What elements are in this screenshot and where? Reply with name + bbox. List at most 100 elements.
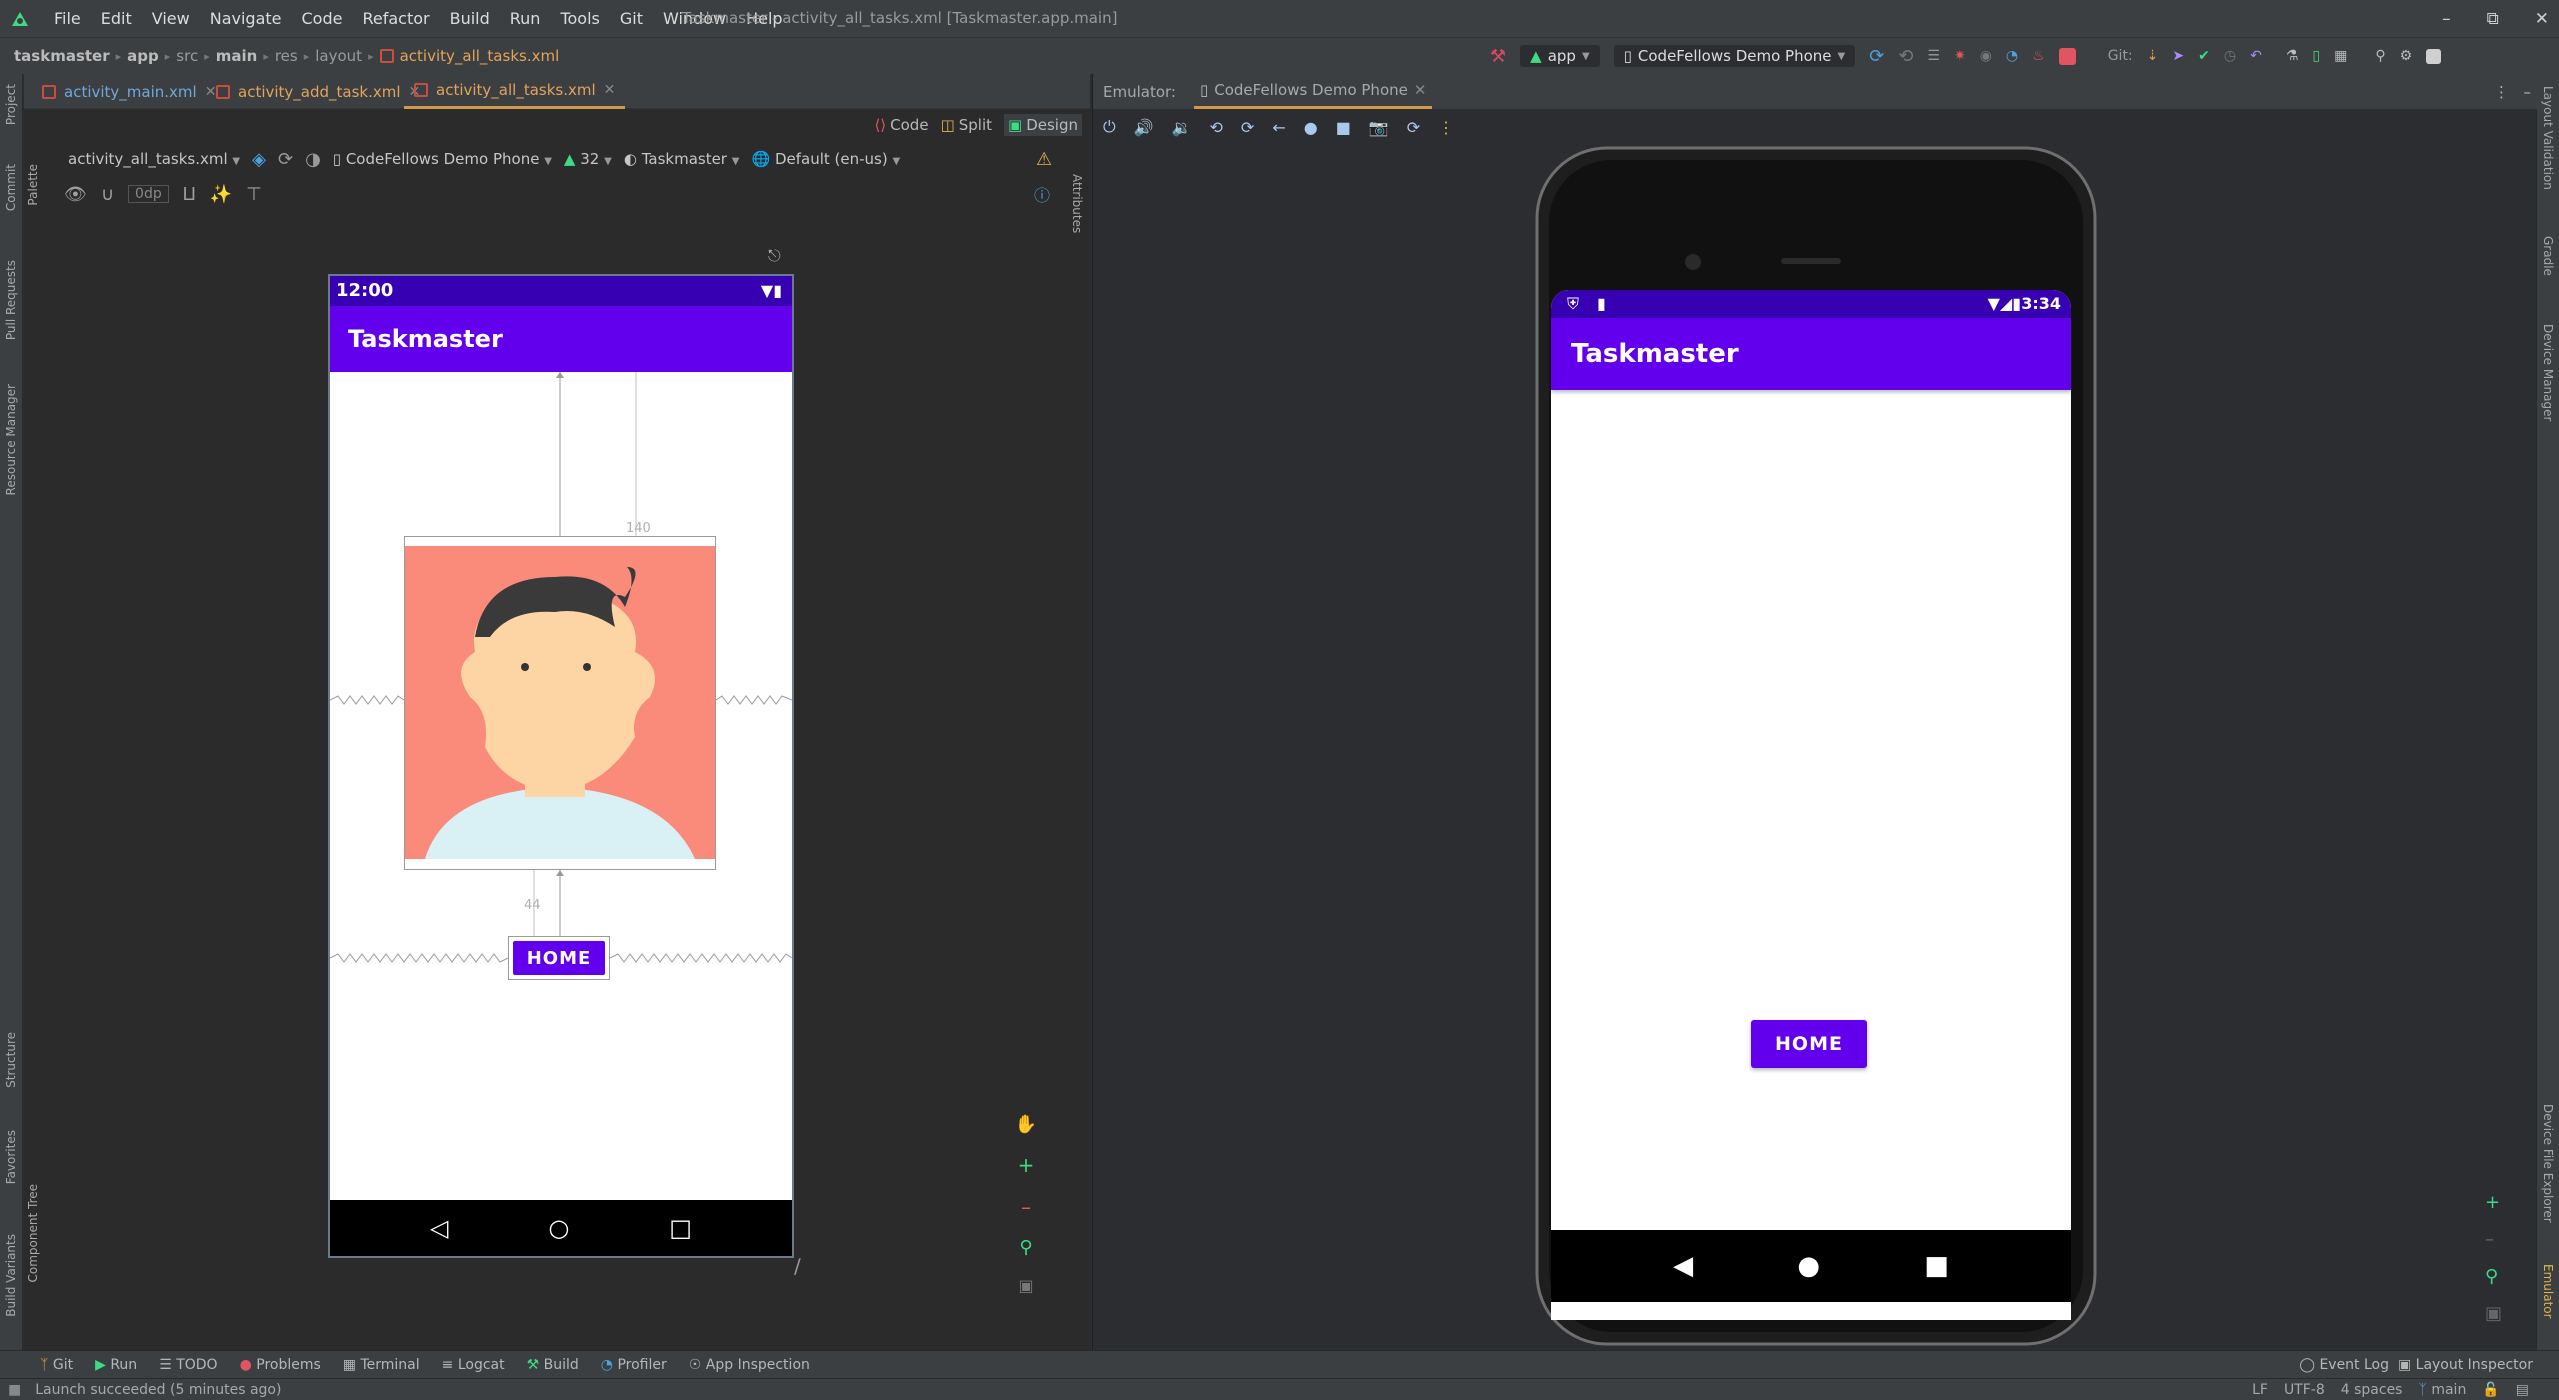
- warning-icon[interactable]: ⚠: [1036, 149, 1052, 170]
- run-config-selector[interactable]: ▲ app ▼: [1520, 45, 1600, 67]
- zoom-out-icon[interactable]: –: [1021, 1195, 1031, 1219]
- design-preview-phone[interactable]: 12:00 ▼▮ Taskmaster 140 44 HOME ◁ ○ □: [328, 274, 794, 1258]
- home-dot-icon[interactable]: ●: [1304, 118, 1318, 137]
- preview-image-view[interactable]: [404, 536, 716, 870]
- tool-attributes[interactable]: Attributes: [1070, 174, 1084, 233]
- power-icon[interactable]: ⏻: [1103, 117, 1116, 137]
- bottom-tool-logcat[interactable]: ≡ Logcat: [442, 1357, 505, 1373]
- menu-file[interactable]: File: [44, 0, 91, 37]
- bottom-tool-run[interactable]: ▶ Run: [95, 1357, 137, 1373]
- home-circle-icon[interactable]: ●: [1797, 1251, 1820, 1281]
- search-icon[interactable]: ⚲: [2375, 48, 2385, 64]
- tool-device-manager[interactable]: Device Manager: [2541, 324, 2555, 421]
- tool-project[interactable]: Project: [4, 84, 18, 125]
- overview-square-icon[interactable]: ■: [1336, 118, 1351, 137]
- eye-icon[interactable]: 👁: [64, 184, 87, 205]
- snapshot-icon[interactable]: ⟳: [1407, 118, 1420, 137]
- zoom-actual-icon[interactable]: ▣: [1018, 1276, 1033, 1295]
- bottom-tool-build[interactable]: ⚒ Build: [527, 1357, 579, 1373]
- code-view-button[interactable]: ⟨⟩ Code: [874, 116, 928, 134]
- memory-indicator-icon[interactable]: ▤: [2516, 1382, 2529, 1398]
- help-icon[interactable]: ⓘ: [1034, 182, 1050, 206]
- tool-build-variants[interactable]: Build Variants: [4, 1234, 18, 1317]
- tool-gradle[interactable]: Gradle: [2541, 236, 2555, 276]
- bottom-tool-event-log[interactable]: ◯ Event Log: [2299, 1357, 2389, 1373]
- back-icon[interactable]: ◀: [1673, 1251, 1693, 1281]
- pin-icon[interactable]: ⎋: [768, 246, 781, 266]
- magnet-icon[interactable]: ∪: [101, 184, 114, 205]
- zoom-in-icon[interactable]: +: [1018, 1153, 1035, 1177]
- close-icon[interactable]: ✕: [2535, 9, 2549, 29]
- breadcrumb-main[interactable]: main: [216, 47, 258, 65]
- git-history-icon[interactable]: ◷: [2224, 48, 2236, 64]
- volume-down-icon[interactable]: 🔉: [1172, 118, 1192, 137]
- git-update-icon[interactable]: ⇣: [2147, 48, 2159, 64]
- device-manager-icon[interactable]: ▯: [2312, 48, 2320, 64]
- apply-changes-icon[interactable]: ⟳: [1869, 46, 1884, 67]
- bottom-tool-terminal[interactable]: ▦ Terminal: [343, 1357, 420, 1373]
- pan-hand-icon[interactable]: ✋: [1015, 1114, 1037, 1135]
- app-inspection-icon[interactable]: ♨: [2032, 48, 2045, 64]
- debug-icon[interactable]: ✷: [1954, 48, 1966, 64]
- tool-favorites[interactable]: Favorites: [4, 1130, 18, 1184]
- tool-layout-validation[interactable]: Layout Validation: [2541, 86, 2555, 190]
- breadcrumb-project[interactable]: taskmaster: [14, 47, 110, 65]
- attach-icon[interactable]: ◉: [1980, 48, 1992, 64]
- indent-widget[interactable]: 4 spaces: [2341, 1382, 2403, 1398]
- bottom-tool-layout-inspector[interactable]: ▣ Layout Inspector: [2398, 1357, 2533, 1373]
- status-toggle-icon[interactable]: ■: [8, 1382, 21, 1398]
- rotate-right-icon[interactable]: ⟳: [1241, 118, 1254, 137]
- tool-commit[interactable]: Commit: [4, 164, 18, 211]
- apply-code-changes-icon[interactable]: ⟲: [1898, 46, 1913, 67]
- menu-code[interactable]: Code: [292, 0, 353, 37]
- bottom-tool-problems[interactable]: ● Problems: [240, 1357, 321, 1373]
- stop-icon[interactable]: [2058, 47, 2076, 65]
- minimize-icon[interactable]: –: [2442, 9, 2451, 29]
- hammer-icon[interactable]: ⚒: [1490, 46, 1506, 67]
- gradle-sync-icon[interactable]: ⚗: [2286, 48, 2299, 64]
- breadcrumb-res[interactable]: res: [275, 47, 298, 65]
- more-options-icon[interactable]: ⋮: [2494, 83, 2509, 101]
- breadcrumb-app[interactable]: app: [127, 47, 159, 65]
- build-list-icon[interactable]: ☰: [1927, 48, 1940, 64]
- tool-resource-manager[interactable]: Resource Manager: [4, 384, 18, 495]
- infer-constraints-icon[interactable]: ✨: [210, 184, 232, 205]
- zoom-actual-icon[interactable]: ▣: [2485, 1303, 2502, 1324]
- zoom-fit-icon[interactable]: ⚲: [2485, 1266, 2502, 1287]
- menu-navigate[interactable]: Navigate: [200, 0, 292, 37]
- git-push-icon[interactable]: ➤: [2172, 48, 2184, 64]
- orientation-icon[interactable]: ⟳: [278, 149, 293, 170]
- breadcrumb-src[interactable]: src: [176, 47, 198, 65]
- zoom-in-icon[interactable]: +: [2485, 1192, 2502, 1213]
- emulated-screen[interactable]: ⛨ ▮ ▼◢▮ 3:34 Taskmaster HOME ◀ ● ■: [1551, 290, 2071, 1320]
- git-commit-icon[interactable]: ✔: [2198, 48, 2210, 64]
- emulator-device-tab[interactable]: ▯ CodeFellows Demo Phone ✕: [1193, 74, 1433, 109]
- preview-home-button-frame[interactable]: HOME: [508, 936, 610, 980]
- screenshot-icon[interactable]: 📷: [1369, 118, 1389, 137]
- profiler-icon[interactable]: ◔: [2006, 48, 2018, 64]
- menu-refactor[interactable]: Refactor: [352, 0, 439, 37]
- rotate-left-icon[interactable]: ⟲: [1210, 118, 1223, 137]
- account-icon[interactable]: [2426, 48, 2442, 64]
- tab-activity-main[interactable]: activity_main.xml ✕: [32, 74, 226, 109]
- back-arrow-icon[interactable]: ←: [1272, 118, 1285, 137]
- tab-activity-add-task[interactable]: activity_add_task.xml ✕: [206, 74, 430, 109]
- status-message[interactable]: Launch succeeded (5 minutes ago): [35, 1382, 281, 1398]
- menu-build[interactable]: Build: [440, 0, 500, 37]
- design-view-button[interactable]: ▣ Design: [1004, 114, 1082, 136]
- git-rollback-icon[interactable]: ↶: [2250, 48, 2262, 64]
- device-preview-selector[interactable]: ▯ CodeFellows Demo Phone ▼: [333, 150, 552, 168]
- tool-structure[interactable]: Structure: [4, 1032, 18, 1088]
- bottom-tool-app-inspection[interactable]: ☉ App Inspection: [689, 1357, 810, 1373]
- breadcrumb-file[interactable]: activity_all_tasks.xml: [400, 47, 560, 65]
- bottom-tool-git[interactable]: ᛉ Git: [40, 1357, 73, 1373]
- tool-component-tree[interactable]: Component Tree: [26, 1184, 40, 1282]
- menu-run[interactable]: Run: [500, 0, 551, 37]
- hide-panel-icon[interactable]: –: [2524, 83, 2532, 101]
- locale-selector[interactable]: 🌐 Default (en-us) ▼: [751, 150, 900, 168]
- tool-emulator[interactable]: Emulator: [2541, 1264, 2555, 1319]
- emulator-home-button[interactable]: HOME: [1751, 1020, 1867, 1068]
- split-view-button[interactable]: ◫ Split: [941, 116, 992, 134]
- restore-icon[interactable]: ⧉: [2487, 9, 2499, 29]
- night-mode-icon[interactable]: ◑: [305, 149, 321, 170]
